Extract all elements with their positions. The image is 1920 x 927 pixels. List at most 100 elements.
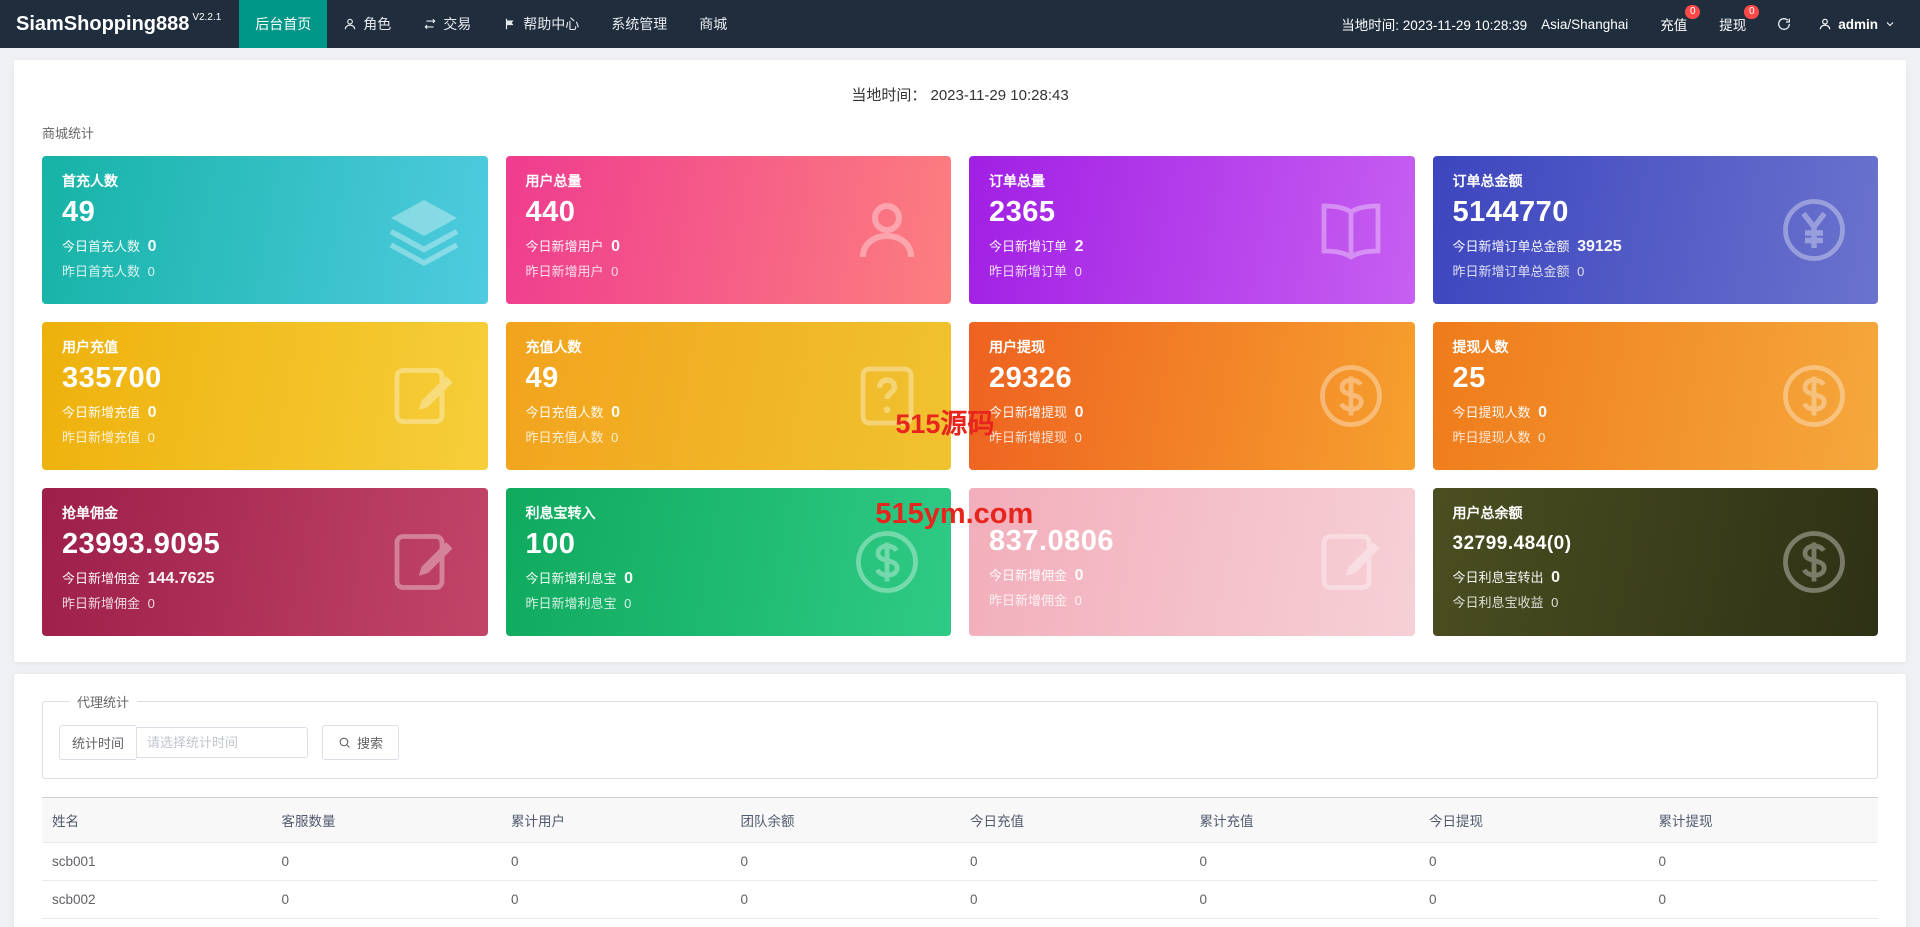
withdraw-badge: 0 bbox=[1744, 5, 1760, 19]
agent-table-body: scb0010000000scb0020000000sc0030000000 bbox=[42, 842, 1878, 927]
stat-card-title: 用户总量 bbox=[525, 173, 582, 189]
recharge-badge: 0 bbox=[1685, 5, 1701, 19]
table-row: scb002 0 0 0 0 0 0 0 bbox=[42, 880, 1878, 919]
stat-card-title: 订单总量 bbox=[989, 173, 1045, 189]
table-cell: scb001 bbox=[42, 842, 272, 881]
withdraw-label: 提现 bbox=[1719, 18, 1747, 33]
withdraw-button[interactable]: 提现 0 bbox=[1703, 0, 1762, 48]
nav-item-2[interactable]: 角色 bbox=[327, 0, 407, 48]
refresh-icon bbox=[1776, 16, 1792, 32]
stat-card-title: 利息宝转入 bbox=[525, 505, 596, 521]
stat-card-7: 用户提现 29326 今日新增提现 0 昨日新增提现 0 bbox=[969, 322, 1415, 470]
stat-card-6: 充值人数 49 今日充值人数 0 昨日充值人数 0 bbox=[505, 322, 951, 470]
refresh-button[interactable] bbox=[1762, 16, 1806, 32]
table-row: scb001 0 0 0 0 0 0 0 bbox=[42, 842, 1878, 881]
nav-item-label: 系统管理 bbox=[611, 16, 668, 32]
table-cell: 0 bbox=[1419, 842, 1649, 881]
stat-card-title: 充值人数 bbox=[525, 339, 582, 355]
timezone: Asia/Shanghai bbox=[1541, 16, 1629, 32]
stat-card-title: 用户总余额 bbox=[1452, 505, 1523, 521]
panel-local-time-value: 2023-11-29 10:28:43 bbox=[930, 87, 1069, 104]
nav-item-label: 帮助中心 bbox=[523, 16, 580, 32]
panel-local-time: 当地时间： 2023-11-29 10:28:43 bbox=[42, 76, 1878, 121]
section-title: 商城统计 bbox=[42, 126, 95, 141]
dollar-circle-icon bbox=[1315, 360, 1387, 432]
nav-item-6[interactable]: 商城 bbox=[683, 0, 743, 48]
table-header-cell: 今日提现 bbox=[1419, 797, 1649, 843]
stat-card-9: 抢单佣金 23993.9095 今日新增佣金 144.7625 昨日新增佣金 0 bbox=[42, 488, 488, 636]
nav-item-5[interactable]: 系统管理 bbox=[595, 0, 683, 48]
table-cell: 0 bbox=[1648, 918, 1878, 927]
recharge-button[interactable]: 充值 0 bbox=[1644, 0, 1703, 48]
table-cell: 0 bbox=[1189, 842, 1419, 881]
agent-table: 姓名 客服数量 累计用户 团队余额 今日充值 累计充值 今日提现 累计提现 scb001 0 0 0… bbox=[42, 797, 1878, 927]
table-header-cell: 累计提现 bbox=[1648, 797, 1878, 843]
table-cell: 0 bbox=[960, 842, 1190, 881]
stat-card-11: 837.0806 今日新增佣金 0 昨日新增佣金 0 bbox=[969, 488, 1415, 636]
brand-version: V2.2.1 bbox=[192, 11, 222, 23]
table-header-cell: 累计用户 bbox=[501, 797, 731, 843]
user-icon bbox=[343, 17, 357, 31]
flag-icon bbox=[503, 17, 517, 31]
local-time: 当地时间: 2023-11-29 10:28:39 bbox=[1341, 18, 1528, 33]
stat-card-title: 抢单佣金 bbox=[62, 505, 118, 521]
stat-time-input[interactable] bbox=[136, 727, 309, 758]
stat-card-title bbox=[989, 503, 1395, 520]
table-cell: 0 bbox=[501, 918, 731, 927]
shop-stats-panel: 当地时间： 2023-11-29 10:28:43 商城统计 首充人数 49 今日首… bbox=[14, 60, 1906, 662]
nav-item-1[interactable]: 后台首页 bbox=[239, 0, 328, 48]
stat-card-12: 用户总余额 32799.484(0) 今日利息宝转出 0 今日利息宝收益 0 bbox=[1432, 488, 1878, 636]
nav-item-label: 角色 bbox=[363, 16, 392, 32]
nav-item-3[interactable]: 交易 bbox=[407, 0, 487, 48]
agent-stats-panel: 代理统计 统计时间 搜索 姓名客服数量累计用户团队余额今日充值累计充值今日提现累… bbox=[14, 674, 1906, 927]
layers-icon bbox=[388, 194, 460, 267]
navbar-right: 当地时间: 2023-11-29 10:28:39 Asia/Shanghai … bbox=[1333, 0, 1920, 48]
table-cell: 0 bbox=[730, 880, 960, 919]
nav-menu: 后台首页 角色 交易 帮助中心 系统管理 商城 bbox=[239, 0, 743, 48]
watermark-text: 515源码 bbox=[895, 409, 995, 439]
stat-card-2: 用户总量 440 今日新增用户 0 昨日新增用户 0 bbox=[505, 156, 951, 304]
nav-item-label: 后台首页 bbox=[255, 16, 312, 32]
user-icon bbox=[1818, 17, 1832, 31]
yen-circle-icon bbox=[1778, 194, 1850, 266]
table-cell: 0 bbox=[1419, 880, 1649, 919]
table-header-cell: 团队余额 bbox=[730, 797, 960, 843]
table-cell: 0 bbox=[960, 880, 1190, 919]
table-cell: 0 bbox=[271, 842, 501, 881]
table-cell: 0 bbox=[730, 842, 960, 881]
stat-card-3: 订单总量 2365 今日新增订单 2 昨日新增订单 0 bbox=[969, 156, 1415, 304]
table-cell: 0 bbox=[501, 880, 731, 919]
edit-note-icon bbox=[388, 526, 460, 598]
nav-item-4[interactable]: 帮助中心 bbox=[487, 0, 595, 48]
stat-card-4: 订单总金额 5144770 今日新增订单总金额 39125 昨日新增订单总金额 0 bbox=[1432, 156, 1878, 304]
username: admin bbox=[1838, 16, 1878, 32]
table-header-cell: 姓名 bbox=[42, 797, 272, 843]
brand-name: SiamShopping888 bbox=[16, 12, 190, 35]
stat-card-8: 提现人数 25 今日提现人数 0 昨日提现人数 0 bbox=[1432, 322, 1878, 470]
book-icon bbox=[1315, 194, 1387, 266]
table-cell: 0 bbox=[730, 918, 960, 927]
nav-item-label: 交易 bbox=[443, 16, 472, 32]
dollar-circle-icon bbox=[1778, 526, 1850, 598]
table-cell: 0 bbox=[1189, 880, 1419, 919]
agent-stats-legend: 代理统计 bbox=[77, 695, 130, 710]
brand-logo[interactable]: SiamShopping888 V2.2.1 bbox=[0, 0, 239, 48]
table-cell: 0 bbox=[1189, 918, 1419, 927]
nav-item-label: 商城 bbox=[699, 16, 728, 32]
search-button[interactable]: 搜索 bbox=[322, 725, 400, 760]
edit-note-icon bbox=[1315, 526, 1387, 598]
stat-time-label: 统计时间 bbox=[59, 725, 137, 760]
table-cell: sc003 bbox=[42, 918, 272, 927]
table-header-cell: 累计充值 bbox=[1189, 797, 1419, 843]
agent-table-head-row: 姓名 客服数量 累计用户 团队余额 今日充值 累计充值 今日提现 累计提现 bbox=[42, 797, 1878, 843]
exchange-icon bbox=[423, 17, 437, 31]
chevron-down-icon bbox=[1884, 18, 1896, 30]
agent-stats-fieldset: 代理统计 统计时间 搜索 bbox=[42, 692, 1878, 779]
top-navbar: SiamShopping888 V2.2.1 后台首页 角色 交易 帮助中心 系统管理 商… bbox=[0, 0, 1920, 48]
recharge-label: 充值 bbox=[1660, 18, 1688, 33]
table-cell: scb002 bbox=[42, 880, 272, 919]
stat-card-5: 用户充值 335700 今日新增充值 0 昨日新增充值 0 bbox=[42, 322, 488, 470]
stat-card-1: 首充人数 49 今日首充人数 0 昨日首充人数 0 bbox=[42, 156, 488, 304]
watermark-text: 515ym.com bbox=[875, 498, 1034, 530]
user-menu[interactable]: admin bbox=[1806, 17, 1908, 32]
